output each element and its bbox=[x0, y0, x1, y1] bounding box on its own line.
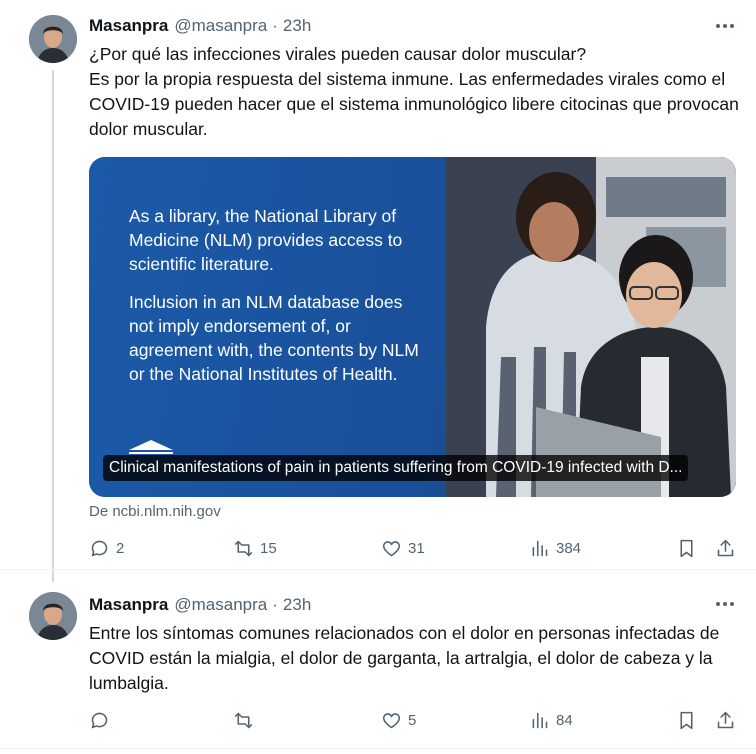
tweet-header: Masanpra @masanpra · 23h bbox=[89, 593, 311, 617]
repost-count: 15 bbox=[260, 540, 277, 557]
views-count: 84 bbox=[556, 712, 573, 729]
tweet-actions: 2 15 31 384 bbox=[89, 538, 739, 562]
like-button[interactable]: 5 bbox=[381, 710, 416, 731]
repost-icon bbox=[234, 540, 253, 557]
separator-dot: · bbox=[272, 16, 278, 35]
author-name[interactable]: Masanpra bbox=[89, 595, 168, 615]
repost-icon bbox=[234, 712, 253, 729]
more-icon[interactable] bbox=[712, 16, 738, 36]
share-button[interactable] bbox=[715, 538, 736, 559]
like-count: 5 bbox=[408, 712, 417, 729]
thread-connector-line bbox=[52, 70, 54, 582]
card-image-paragraph: As a library, the National Library of Me… bbox=[129, 206, 403, 274]
like-icon bbox=[382, 541, 401, 557]
reply-icon bbox=[91, 540, 108, 557]
share-icon bbox=[717, 711, 734, 729]
link-card[interactable]: As a library, the National Library of Me… bbox=[89, 157, 736, 497]
author-name[interactable]: Masanpra bbox=[89, 16, 168, 36]
reply-count: 2 bbox=[116, 540, 125, 557]
card-source-domain[interactable]: De ncbi.nlm.nih.gov bbox=[89, 503, 221, 520]
author-handle[interactable]: @masanpra bbox=[174, 595, 267, 615]
views-button[interactable]: 84 bbox=[529, 710, 573, 731]
more-icon[interactable] bbox=[712, 594, 738, 614]
reply-button[interactable]: 2 bbox=[89, 538, 124, 559]
repost-button[interactable]: 15 bbox=[233, 538, 277, 559]
tweet-text-line: Es por la propia respuesta del sistema i… bbox=[89, 69, 739, 139]
timestamp[interactable]: 23h bbox=[283, 595, 311, 615]
tweet-header: Masanpra @masanpra · 23h bbox=[89, 14, 311, 38]
tweet-divider bbox=[0, 748, 756, 749]
bookmark-icon bbox=[680, 711, 693, 730]
separator-dot: · bbox=[272, 595, 278, 614]
bookmark-button[interactable] bbox=[676, 710, 697, 731]
like-count: 31 bbox=[408, 540, 425, 557]
timestamp[interactable]: 23h bbox=[283, 16, 311, 36]
reply-button[interactable] bbox=[89, 710, 116, 731]
card-image-text: As a library, the National Library of Me… bbox=[129, 204, 429, 400]
tweet-text-line: Entre los síntomas comunes relacionados … bbox=[89, 623, 720, 693]
views-icon bbox=[532, 540, 548, 557]
share-icon bbox=[717, 539, 734, 557]
bookmark-button[interactable] bbox=[676, 538, 697, 559]
like-button[interactable]: 31 bbox=[381, 538, 425, 559]
tweet-text: ¿Por qué las infecciones virales pueden … bbox=[89, 42, 739, 142]
avatar[interactable] bbox=[29, 15, 77, 63]
tweet-text: Entre los síntomas comunes relacionados … bbox=[89, 621, 739, 696]
card-photo-people bbox=[446, 157, 736, 497]
card-title-caption: Clinical manifestations of pain in patie… bbox=[103, 455, 689, 481]
tweet-divider bbox=[0, 569, 756, 570]
card-image-paragraph: Inclusion in an NLM database does not im… bbox=[129, 292, 419, 384]
repost-button[interactable] bbox=[233, 710, 260, 731]
views-icon bbox=[532, 712, 548, 729]
avatar[interactable] bbox=[29, 592, 77, 640]
like-icon bbox=[382, 713, 401, 729]
views-count: 384 bbox=[556, 540, 582, 557]
author-handle[interactable]: @masanpra bbox=[174, 16, 267, 36]
tweet-text-line: ¿Por qué las infecciones virales pueden … bbox=[89, 44, 587, 64]
reply-icon bbox=[91, 712, 108, 729]
bookmark-icon bbox=[680, 539, 693, 558]
share-button[interactable] bbox=[715, 710, 736, 731]
tweet-actions: 5 84 bbox=[89, 710, 739, 734]
views-button[interactable]: 384 bbox=[529, 538, 581, 559]
